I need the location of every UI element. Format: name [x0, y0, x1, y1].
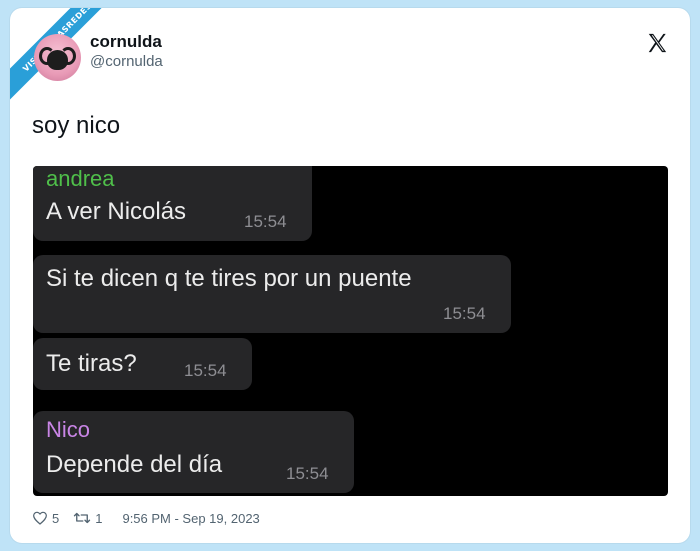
author-handle[interactable]: @cornulda: [90, 53, 163, 70]
chat-time: 15:54: [184, 361, 227, 380]
tweet-text: soy nico: [32, 112, 121, 139]
chat-message: Te tiras?: [46, 350, 137, 377]
tweet-card: VISTOENLASREDES cornulda @cornulda soy n…: [10, 8, 690, 543]
author-name[interactable]: cornulda: [90, 32, 162, 52]
chat-bubble: Si te dicen q te tires por un puente 15:…: [33, 255, 511, 333]
like-button[interactable]: 5: [32, 510, 59, 526]
tweet-timestamp[interactable]: 9:56 PM - Sep 19, 2023: [122, 511, 259, 526]
heart-icon: [33, 511, 47, 525]
avatar[interactable]: [34, 34, 81, 81]
chat-message: A ver Nicolás: [46, 198, 187, 225]
retweet-icon: [74, 512, 91, 524]
chat-time: 15:54: [443, 304, 486, 323]
retweet-count: 1: [95, 510, 103, 526]
x-logo-icon[interactable]: [646, 32, 668, 54]
chat-bubble: andrea A ver Nicolás 15:54: [33, 166, 312, 241]
timestamp-text: 9:56 PM - Sep 19, 2023: [122, 510, 260, 526]
chat-time: 15:54: [286, 464, 329, 483]
like-count: 5: [52, 510, 60, 526]
chat-message: Si te dicen q te tires por un puente: [46, 265, 412, 292]
chat-bubble: Te tiras? 15:54: [33, 338, 252, 390]
chat-sender: andrea: [46, 166, 115, 191]
chat-bubble: Nico Depende del día 15:54: [33, 411, 354, 493]
retweet-button[interactable]: 1: [73, 510, 102, 526]
tweet-footer: 5 1 9:56 PM - Sep 19, 2023: [32, 510, 268, 526]
chat-screenshot[interactable]: andrea A ver Nicolás 15:54 Si te dicen q…: [33, 166, 668, 496]
chat-message: Depende del día: [46, 451, 223, 478]
avatar-head: [47, 50, 68, 70]
chat-time: 15:54: [244, 212, 287, 231]
chat-sender: Nico: [46, 417, 91, 442]
